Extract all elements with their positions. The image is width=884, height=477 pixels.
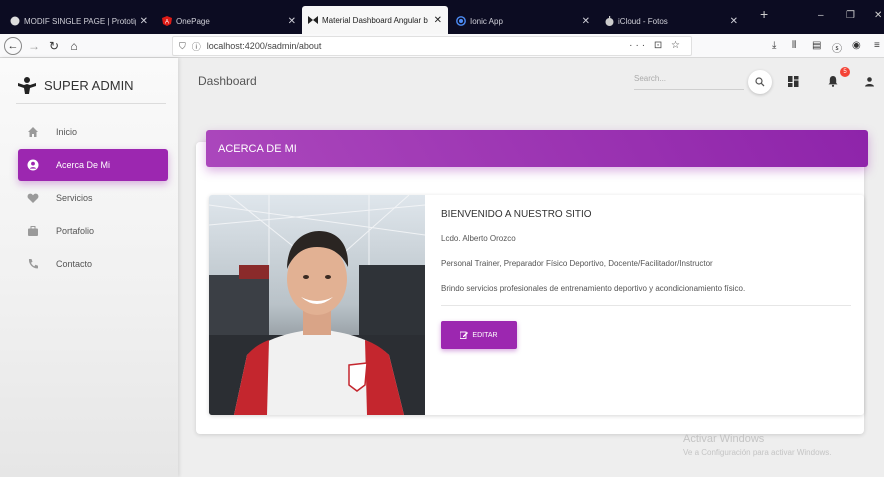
tab-3[interactable]: Ionic App ✕ (450, 8, 596, 34)
profile-info: BIENVENIDO A NUESTRO SITIO Lcdo. Alberto… (441, 209, 851, 306)
tab-title: Material Dashboard Angular b (322, 15, 428, 25)
card-header: ACERCA DE MI (206, 130, 868, 167)
sidebar-item-contacto[interactable]: Contacto (18, 248, 168, 280)
tab-title: iCloud - Fotos (618, 16, 668, 26)
account-icon[interactable]: ◉ (852, 40, 861, 51)
angular-icon: A (162, 16, 172, 26)
address-bar[interactable]: ⛉ ⓘ localhost:4200/sadmin/about ··· ⊡ ☆ (172, 36, 692, 56)
logo-icon (18, 76, 36, 94)
tab-2[interactable]: Material Dashboard Angular b ✕ (302, 6, 448, 34)
sidebar-item-label: Contacto (56, 259, 93, 269)
sidebar-item-inicio[interactable]: Inicio (18, 116, 168, 148)
tab-title: Ionic App (470, 16, 503, 26)
bowtie-icon (308, 15, 318, 25)
window-close-icon[interactable]: ✕ (874, 10, 882, 21)
home-icon (26, 125, 40, 139)
sidebar-item-label: Portafolio (56, 226, 95, 236)
info-icon: ⓘ (191, 41, 201, 52)
sidebar-item-label: Servicios (56, 193, 93, 203)
close-icon[interactable]: ✕ (288, 16, 296, 27)
edit-icon (460, 331, 469, 339)
sidebar-item-label: Inicio (56, 127, 78, 137)
apple-icon (604, 16, 614, 26)
page-title: Dashboard (198, 74, 257, 88)
search-button[interactable] (748, 70, 772, 94)
profile-photo (209, 195, 425, 415)
close-icon[interactable]: ✕ (140, 16, 148, 27)
sidebar-toggle-icon[interactable]: ▤ (812, 40, 821, 51)
sidebar-item-label: Acerca De Mi (56, 160, 111, 170)
sidebar-item-servicios[interactable]: Servicios (18, 182, 168, 214)
tab-4[interactable]: iCloud - Fotos ✕ (598, 8, 744, 34)
browser-window: MODIF SINGLE PAGE | Prototip ✕ A OnePage… (0, 0, 884, 477)
brand-title: SUPER ADMIN (44, 78, 134, 93)
tab-title: OnePage (176, 16, 210, 26)
profile-panel: BIENVENIDO A NUESTRO SITIO Lcdo. Alberto… (209, 195, 864, 415)
tab-title: MODIF SINGLE PAGE | Prototip (24, 16, 136, 26)
download-icon[interactable]: ⤓ (772, 40, 776, 51)
sidebar: SUPER ADMIN Inicio Acerca De Mi Servicio… (0, 58, 178, 477)
phone-icon (26, 257, 40, 271)
ionic-icon (456, 16, 466, 26)
heart-icon (26, 191, 40, 205)
close-icon[interactable]: ✕ (582, 16, 590, 27)
edit-button-label: EDITAR (472, 331, 498, 339)
close-icon[interactable]: ✕ (434, 15, 442, 26)
extension-icon[interactable]: ⓢ (832, 40, 842, 55)
maximize-icon[interactable]: ❐ (846, 10, 855, 21)
profile-name: Lcdo. Alberto Orozco (441, 234, 516, 243)
reload-icon[interactable]: ↻ (46, 37, 62, 55)
shield-icon: ⛉ (179, 40, 186, 51)
url-text: localhost:4200/sadmin/about (206, 41, 322, 51)
welcome-heading: BIENVENIDO A NUESTRO SITIO (441, 209, 592, 220)
watermark-title: Activar Windows (683, 433, 765, 445)
forward-arrow-icon[interactable]: → (26, 37, 42, 55)
page-actions[interactable]: ··· ⊡ ☆ (629, 40, 683, 51)
profile-roles: Personal Trainer, Preparador Físico Depo… (441, 259, 713, 268)
edit-button[interactable]: EDITAR (441, 321, 517, 349)
sidebar-item-acerca[interactable]: Acerca De Mi (18, 149, 168, 181)
home-icon[interactable]: ⌂ (66, 37, 82, 55)
search-input[interactable]: Search... (634, 68, 744, 90)
notification-badge: 5 (840, 67, 850, 77)
minimize-icon[interactable]: – (818, 10, 824, 21)
navigation-bar: ← → ↻ ⌂ ⛉ ⓘ localhost:4200/sadmin/about … (0, 34, 884, 58)
tab-bar: MODIF SINGLE PAGE | Prototip ✕ A OnePage… (0, 0, 884, 34)
sidebar-item-portafolio[interactable]: Portafolio (18, 215, 168, 247)
new-tab-button[interactable]: + (760, 6, 768, 22)
search-icon (755, 77, 765, 87)
top-bar: Dashboard Search... 5 (178, 58, 884, 108)
windows-activation-watermark: Activar Windows Ve a Configuración para … (683, 433, 832, 457)
svg-text:A: A (165, 20, 169, 26)
user-icon (26, 158, 40, 172)
briefcase-icon (26, 224, 40, 238)
profile-description: Brindo servicios profesionales de entren… (441, 284, 851, 306)
library-icon[interactable]: ⫴ (792, 40, 796, 51)
bell-icon[interactable] (826, 74, 840, 88)
menu-icon[interactable]: ≡ (874, 40, 880, 51)
person-icon[interactable] (862, 74, 876, 88)
brand[interactable]: SUPER ADMIN (16, 68, 166, 104)
figma-icon (10, 16, 20, 26)
tab-1[interactable]: A OnePage ✕ (156, 8, 302, 34)
close-icon[interactable]: ✕ (730, 16, 738, 27)
page-content: SUPER ADMIN Inicio Acerca De Mi Servicio… (0, 58, 884, 477)
dashboard-icon[interactable] (786, 74, 800, 88)
tab-0[interactable]: MODIF SINGLE PAGE | Prototip ✕ (4, 8, 154, 34)
back-arrow-icon[interactable]: ← (4, 37, 22, 55)
watermark-subtitle: Ve a Configuración para activar Windows. (683, 448, 832, 457)
